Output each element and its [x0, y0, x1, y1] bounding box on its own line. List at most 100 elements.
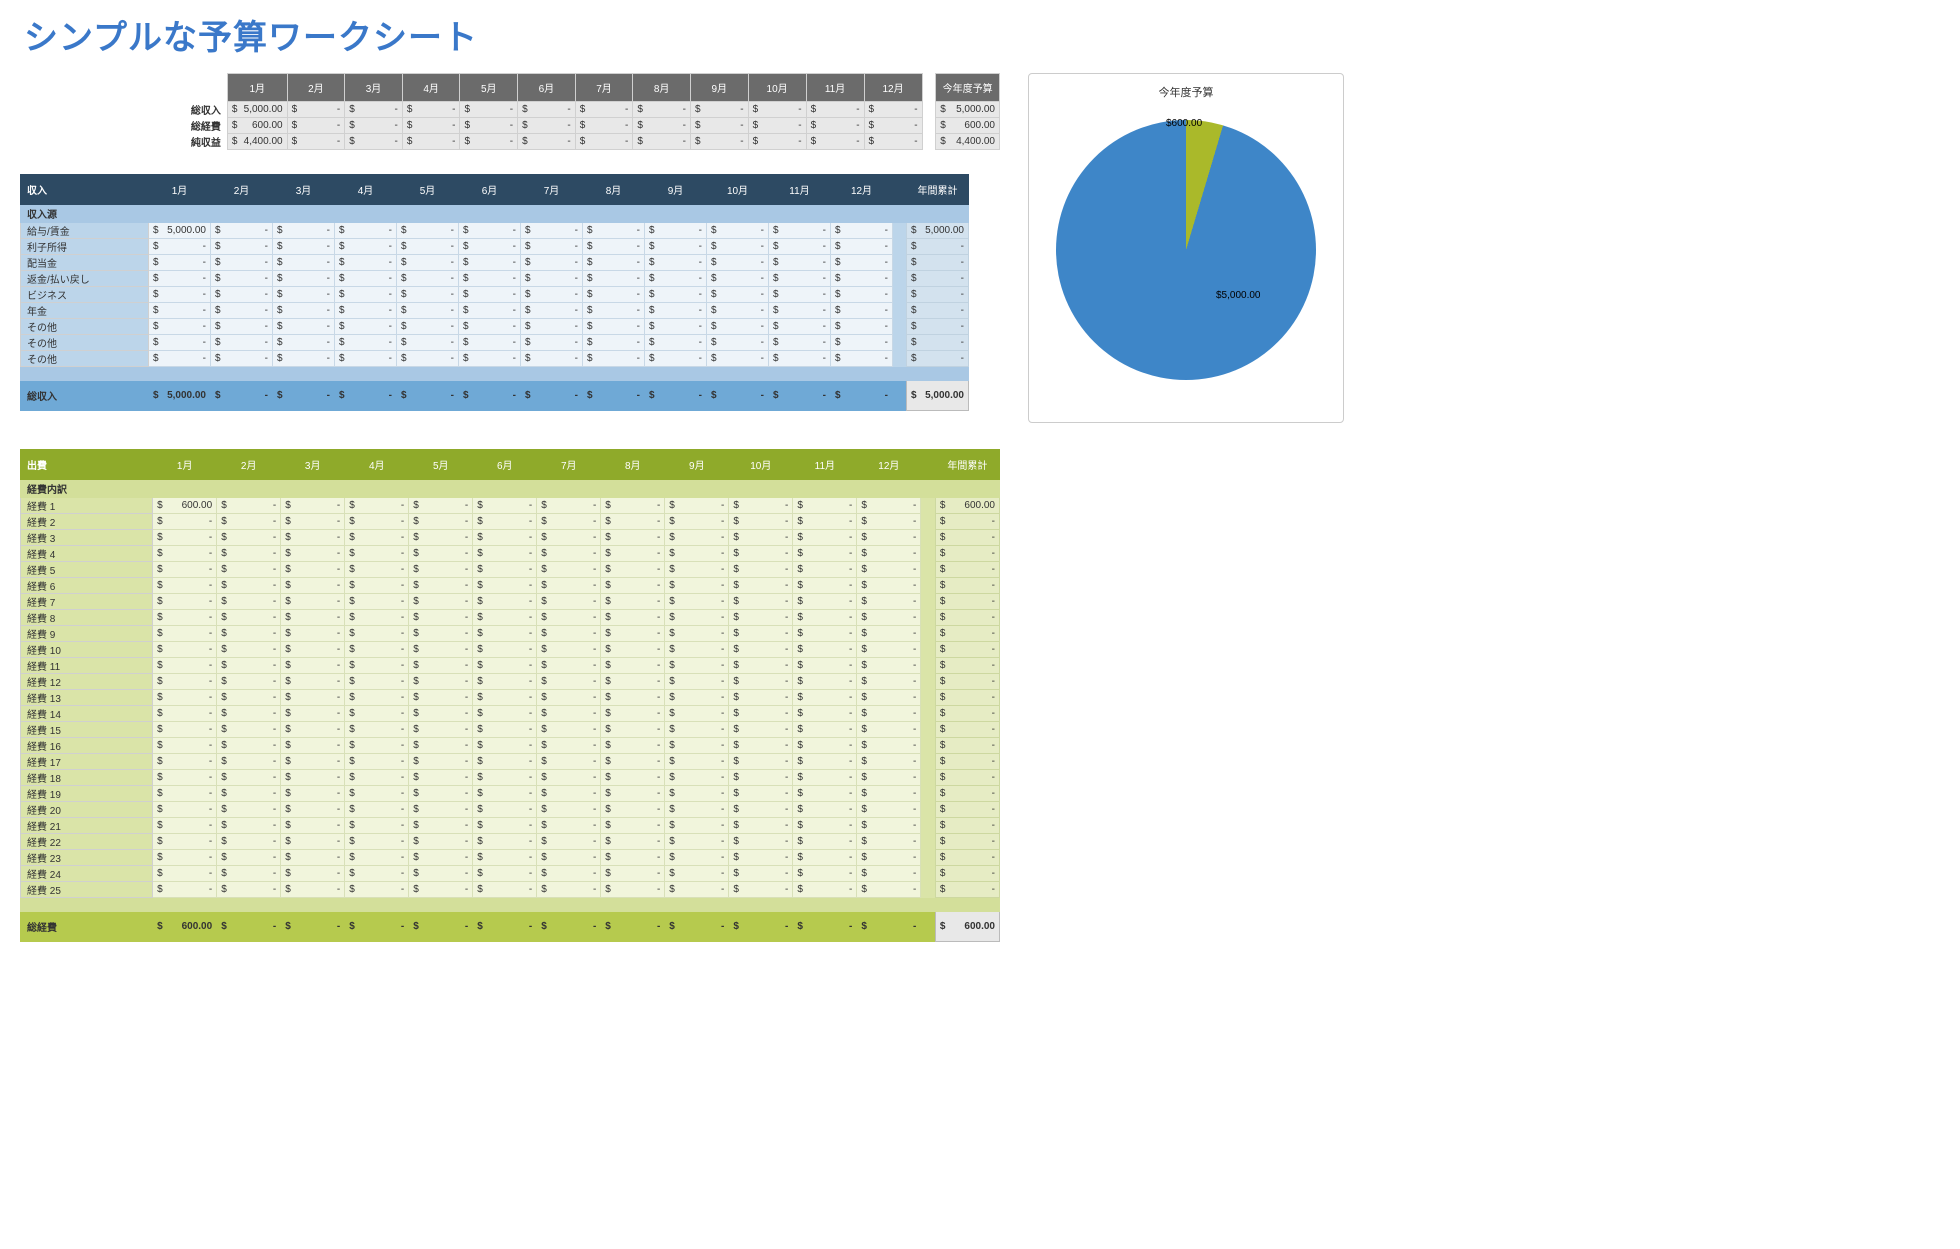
data-cell[interactable]: -	[601, 706, 665, 722]
data-cell[interactable]: -	[153, 818, 217, 834]
data-cell[interactable]: -	[769, 335, 831, 351]
data-cell[interactable]: -	[537, 818, 601, 834]
year-cell[interactable]: -	[935, 850, 999, 866]
data-cell[interactable]: -	[473, 690, 537, 706]
data-cell[interactable]: -	[273, 255, 335, 271]
data-cell[interactable]: -	[793, 546, 857, 562]
data-cell[interactable]: -	[153, 562, 217, 578]
data-cell[interactable]: -	[857, 530, 921, 546]
data-cell[interactable]: -	[537, 626, 601, 642]
data-cell[interactable]: -	[153, 738, 217, 754]
data-cell[interactable]: -	[831, 319, 893, 335]
data-cell[interactable]: -	[335, 351, 397, 367]
data-cell[interactable]: -	[729, 514, 793, 530]
data-cell[interactable]: -	[459, 239, 521, 255]
data-cell[interactable]: -	[729, 706, 793, 722]
data-cell[interactable]: -	[665, 658, 729, 674]
data-cell[interactable]: -	[537, 578, 601, 594]
data-cell[interactable]: -	[831, 271, 893, 287]
data-cell[interactable]: -	[729, 770, 793, 786]
data-cell[interactable]: -	[665, 722, 729, 738]
data-cell[interactable]: -	[153, 626, 217, 642]
data-cell[interactable]: -	[729, 754, 793, 770]
data-cell[interactable]: -	[793, 802, 857, 818]
data-cell[interactable]: -	[665, 530, 729, 546]
data-cell[interactable]: -	[537, 514, 601, 530]
data-cell[interactable]: -	[729, 578, 793, 594]
year-cell[interactable]: -	[935, 834, 999, 850]
data-cell[interactable]: -	[729, 530, 793, 546]
year-cell[interactable]: -	[935, 818, 999, 834]
data-cell[interactable]: -	[153, 802, 217, 818]
data-cell[interactable]: -	[281, 690, 345, 706]
data-cell[interactable]: -	[831, 287, 893, 303]
data-cell[interactable]: -	[409, 866, 473, 882]
data-cell[interactable]: -	[345, 802, 409, 818]
summary-cell[interactable]: -	[402, 102, 460, 118]
data-cell[interactable]: -	[281, 562, 345, 578]
data-cell[interactable]: -	[707, 223, 769, 239]
data-cell[interactable]: -	[729, 674, 793, 690]
data-cell[interactable]: -	[665, 690, 729, 706]
data-cell[interactable]: -	[857, 546, 921, 562]
data-cell[interactable]: -	[769, 351, 831, 367]
data-cell[interactable]: -	[217, 626, 281, 642]
data-cell[interactable]: -	[729, 658, 793, 674]
summary-cell[interactable]: -	[345, 134, 403, 150]
data-cell[interactable]: -	[601, 770, 665, 786]
data-cell[interactable]: -	[793, 786, 857, 802]
data-cell[interactable]: -	[153, 514, 217, 530]
data-cell[interactable]: -	[281, 706, 345, 722]
data-cell[interactable]: -	[409, 674, 473, 690]
data-cell[interactable]: -	[601, 530, 665, 546]
data-cell[interactable]: -	[281, 850, 345, 866]
data-cell[interactable]: -	[857, 786, 921, 802]
summary-year-cell[interactable]: 600.00	[936, 118, 1000, 134]
data-cell[interactable]: -	[793, 658, 857, 674]
data-cell[interactable]: -	[473, 610, 537, 626]
data-cell[interactable]: -	[281, 770, 345, 786]
data-cell[interactable]: -	[645, 287, 707, 303]
data-cell[interactable]: -	[665, 882, 729, 898]
data-cell[interactable]: -	[857, 818, 921, 834]
data-cell[interactable]: -	[149, 255, 211, 271]
data-cell[interactable]: -	[345, 626, 409, 642]
year-cell[interactable]: -	[935, 626, 999, 642]
year-cell[interactable]: -	[935, 562, 999, 578]
data-cell[interactable]: -	[217, 818, 281, 834]
data-cell[interactable]: -	[793, 738, 857, 754]
data-cell[interactable]: -	[521, 319, 583, 335]
data-cell[interactable]: -	[601, 514, 665, 530]
year-cell[interactable]: 5,000.00	[907, 223, 969, 239]
summary-cell[interactable]: -	[575, 102, 633, 118]
data-cell[interactable]: -	[857, 770, 921, 786]
data-cell[interactable]: -	[729, 834, 793, 850]
data-cell[interactable]: -	[345, 850, 409, 866]
data-cell[interactable]: -	[537, 690, 601, 706]
data-cell[interactable]: -	[217, 658, 281, 674]
data-cell[interactable]: -	[153, 578, 217, 594]
data-cell[interactable]: -	[473, 706, 537, 722]
data-cell[interactable]: -	[601, 738, 665, 754]
data-cell[interactable]: -	[345, 866, 409, 882]
data-cell[interactable]: -	[459, 271, 521, 287]
data-cell[interactable]: -	[729, 690, 793, 706]
data-cell[interactable]: -	[217, 690, 281, 706]
summary-cell[interactable]: -	[806, 134, 864, 150]
data-cell[interactable]: -	[345, 882, 409, 898]
data-cell[interactable]: -	[665, 770, 729, 786]
data-cell[interactable]: -	[217, 770, 281, 786]
year-cell[interactable]: -	[935, 514, 999, 530]
data-cell[interactable]: -	[831, 351, 893, 367]
data-cell[interactable]: -	[459, 255, 521, 271]
data-cell[interactable]: -	[729, 594, 793, 610]
year-cell[interactable]: -	[935, 674, 999, 690]
data-cell[interactable]: -	[211, 319, 273, 335]
data-cell[interactable]: -	[583, 239, 645, 255]
data-cell[interactable]: -	[217, 674, 281, 690]
data-cell[interactable]: -	[537, 802, 601, 818]
data-cell[interactable]: -	[601, 594, 665, 610]
year-cell[interactable]: -	[935, 786, 999, 802]
data-cell[interactable]: -	[153, 546, 217, 562]
data-cell[interactable]: -	[211, 223, 273, 239]
